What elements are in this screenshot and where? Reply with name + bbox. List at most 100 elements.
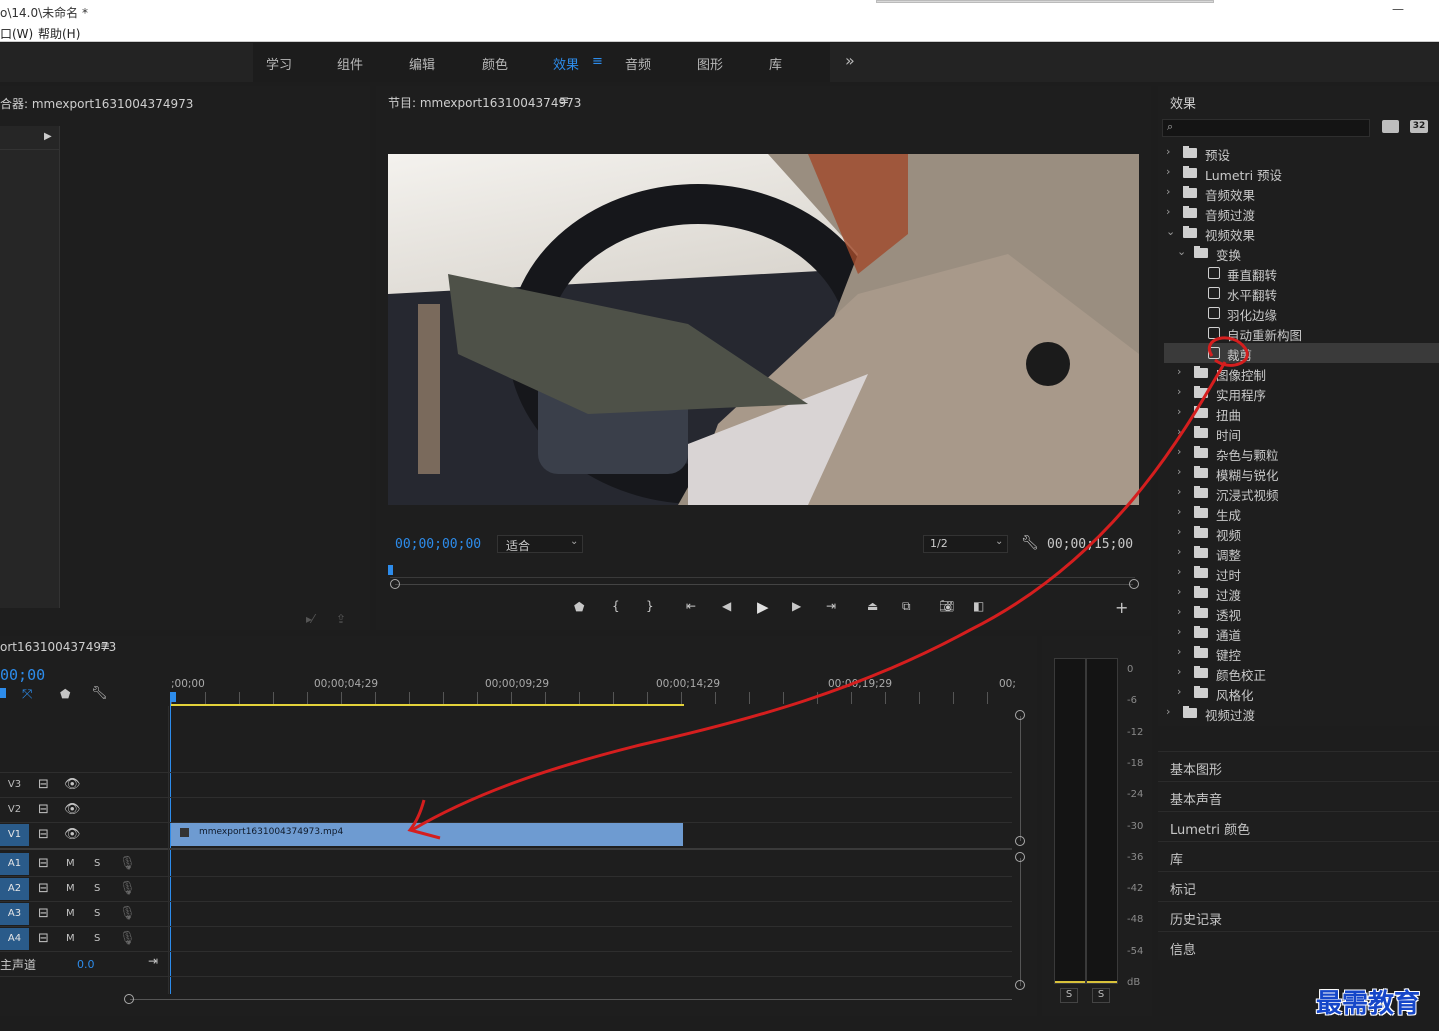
chevron-right-icon[interactable]: › [1177, 605, 1181, 618]
play-icon[interactable]: ▶︎ [757, 598, 769, 616]
solo-button[interactable]: S [94, 883, 100, 894]
tab-effects[interactable]: 效果 [553, 54, 579, 73]
wrench-icon[interactable]: 🔧︎ [1021, 535, 1039, 551]
effects-tree-item[interactable]: › 过时 [1164, 563, 1439, 583]
32bit-effects-icon[interactable]: 32 [1410, 120, 1428, 133]
solo-button[interactable]: S [94, 858, 100, 869]
scroll-handle[interactable] [124, 994, 134, 1004]
panel-section-4[interactable]: 标记 [1158, 871, 1439, 900]
effects-tree-item[interactable]: › 杂色与颗粒 [1164, 443, 1439, 463]
chevron-right-icon[interactable]: › [1177, 585, 1181, 598]
resolution-dropdown[interactable]: 1/2 ⌄ [923, 535, 1008, 553]
snap-icon[interactable] [0, 688, 6, 698]
chevron-right-icon[interactable]: › [1177, 425, 1181, 438]
fit-dropdown[interactable]: 适合 ⌄ [497, 535, 583, 553]
effects-tree-item[interactable]: › Lumetri 预设 [1164, 163, 1439, 183]
effects-tree-item[interactable]: 水平翻转 [1164, 283, 1439, 303]
effects-tree-item[interactable]: › 图像控制 [1164, 363, 1439, 383]
eye-icon[interactable]: 👁︎ [64, 827, 81, 842]
overflow-icon[interactable]: » [845, 51, 855, 70]
tab-editing[interactable]: 编辑 [409, 54, 435, 73]
zoom-handle-right[interactable] [1129, 579, 1139, 589]
tab-graphics[interactable]: 图形 [697, 54, 723, 73]
effects-tree-item[interactable]: › 视频 [1164, 523, 1439, 543]
mute-button[interactable]: M [66, 933, 75, 944]
scroll-handle[interactable] [1015, 980, 1025, 990]
effects-tree-item[interactable]: › 风格化 [1164, 683, 1439, 703]
solo-left-button[interactable]: S [1060, 988, 1078, 1003]
chevron-right-icon[interactable]: › [1177, 445, 1181, 458]
chevron-down-icon[interactable]: ⌄ [1166, 225, 1175, 238]
playhead-marker[interactable] [388, 565, 393, 575]
mute-button[interactable]: M [66, 883, 75, 894]
tab-assembly[interactable]: 组件 [337, 54, 363, 73]
tab-color[interactable]: 颜色 [482, 54, 508, 73]
mark-in-icon[interactable]: { [612, 599, 620, 613]
panel-section-5[interactable]: 历史记录 [1158, 901, 1439, 930]
menu-window[interactable]: 口(W) [0, 25, 33, 42]
program-scrubber[interactable] [390, 568, 1135, 578]
horizontal-scrollbar[interactable] [130, 999, 1012, 1000]
sync-lock-icon[interactable]: ⊟ [38, 881, 49, 896]
effects-tree-item[interactable]: › 音频效果 [1164, 183, 1439, 203]
program-menu-icon[interactable]: ≡ [559, 93, 569, 107]
effects-tree-item[interactable]: › 通道 [1164, 623, 1439, 643]
effects-tree-item[interactable]: › 过渡 [1164, 583, 1439, 603]
track-label-a1[interactable]: A1 [0, 853, 29, 875]
solo-right-button[interactable]: S [1092, 988, 1110, 1003]
chevron-right-icon[interactable]: › [1177, 405, 1181, 418]
chevron-right-icon[interactable]: › [1166, 165, 1170, 178]
chevron-right-icon[interactable]: › [1166, 145, 1170, 158]
chevron-right-icon[interactable]: › [1177, 525, 1181, 538]
step-forward-icon[interactable]: ▶︎ [792, 599, 801, 613]
track-label-a4[interactable]: A4 [0, 928, 29, 950]
sync-lock-icon[interactable]: ⊟ [38, 906, 49, 921]
add-marker-icon[interactable]: ⬟ [60, 687, 70, 701]
effects-tree-item[interactable]: 羽化边缘 [1164, 303, 1439, 323]
track-label-v1[interactable]: V1 [0, 824, 29, 846]
panel-section-1[interactable]: 基本声音 [1158, 781, 1439, 810]
chevron-down-icon[interactable]: ⌄ [1177, 245, 1186, 258]
tab-libraries[interactable]: 库 [769, 54, 782, 73]
timeline-menu-icon[interactable]: ≡ [100, 639, 110, 653]
effects-tree-item[interactable]: › 扭曲 [1164, 403, 1439, 423]
chevron-right-icon[interactable]: › [1177, 505, 1181, 518]
go-to-end-icon[interactable]: ⇥ [148, 954, 158, 968]
effects-tree-item[interactable]: ⌄ 视频效果 [1164, 223, 1439, 243]
microphone-icon[interactable]: 🎙︎ [119, 906, 136, 921]
eye-icon[interactable]: 👁︎ [64, 802, 81, 817]
chevron-right-icon[interactable]: › [1177, 665, 1181, 678]
effects-tree-item[interactable]: › 键控 [1164, 643, 1439, 663]
chevron-right-icon[interactable]: › [1177, 385, 1181, 398]
effects-tree-item[interactable]: › 调整 [1164, 543, 1439, 563]
timeline-settings-wrench-icon[interactable]: 🔧︎ [91, 686, 108, 701]
video-clip[interactable]: mmexport1631004374973.mp4 [171, 823, 683, 846]
effects-tree-item[interactable]: 垂直翻转 [1164, 263, 1439, 283]
microphone-icon[interactable]: 🎙︎ [119, 881, 136, 896]
zoom-handle-left[interactable] [390, 579, 400, 589]
effects-tree-item[interactable]: › 时间 [1164, 423, 1439, 443]
sync-lock-icon[interactable]: ⊟ [38, 931, 49, 946]
sync-lock-icon[interactable]: ⊟ [38, 856, 49, 871]
chevron-right-icon[interactable]: › [1177, 685, 1181, 698]
zoom-bar[interactable] [395, 584, 1133, 585]
accelerated-effects-icon[interactable] [1382, 120, 1399, 133]
effects-tree-item[interactable]: › 视频过渡 [1164, 703, 1439, 723]
step-back-icon[interactable]: ◀︎ [722, 599, 731, 613]
master-volume[interactable]: 0.0 [77, 958, 95, 971]
play-only-icon[interactable]: ▸⁄ [306, 612, 314, 626]
program-timecode[interactable]: 00;00;00;00 [395, 537, 481, 552]
expand-arrow-icon[interactable]: ▶ [44, 131, 52, 142]
eye-icon[interactable]: 👁︎ [64, 777, 81, 792]
effects-tree-item[interactable]: 自动重新构图 [1164, 323, 1439, 343]
effects-tree-item[interactable]: ⌄ 变换 [1164, 243, 1439, 263]
chevron-right-icon[interactable]: › [1177, 625, 1181, 638]
add-marker-icon[interactable]: ⬟ [574, 600, 584, 614]
camera-icon[interactable]: 📷︎ [939, 599, 954, 613]
microphone-icon[interactable]: 🎙︎ [119, 856, 136, 871]
panel-section-6[interactable]: 信息 [1158, 931, 1439, 960]
menu-help[interactable]: 帮助(H) [38, 25, 80, 42]
chevron-right-icon[interactable]: › [1166, 185, 1170, 198]
track-label-v3[interactable]: V3 [0, 774, 29, 796]
export-icon[interactable]: ⇪ [336, 612, 346, 626]
